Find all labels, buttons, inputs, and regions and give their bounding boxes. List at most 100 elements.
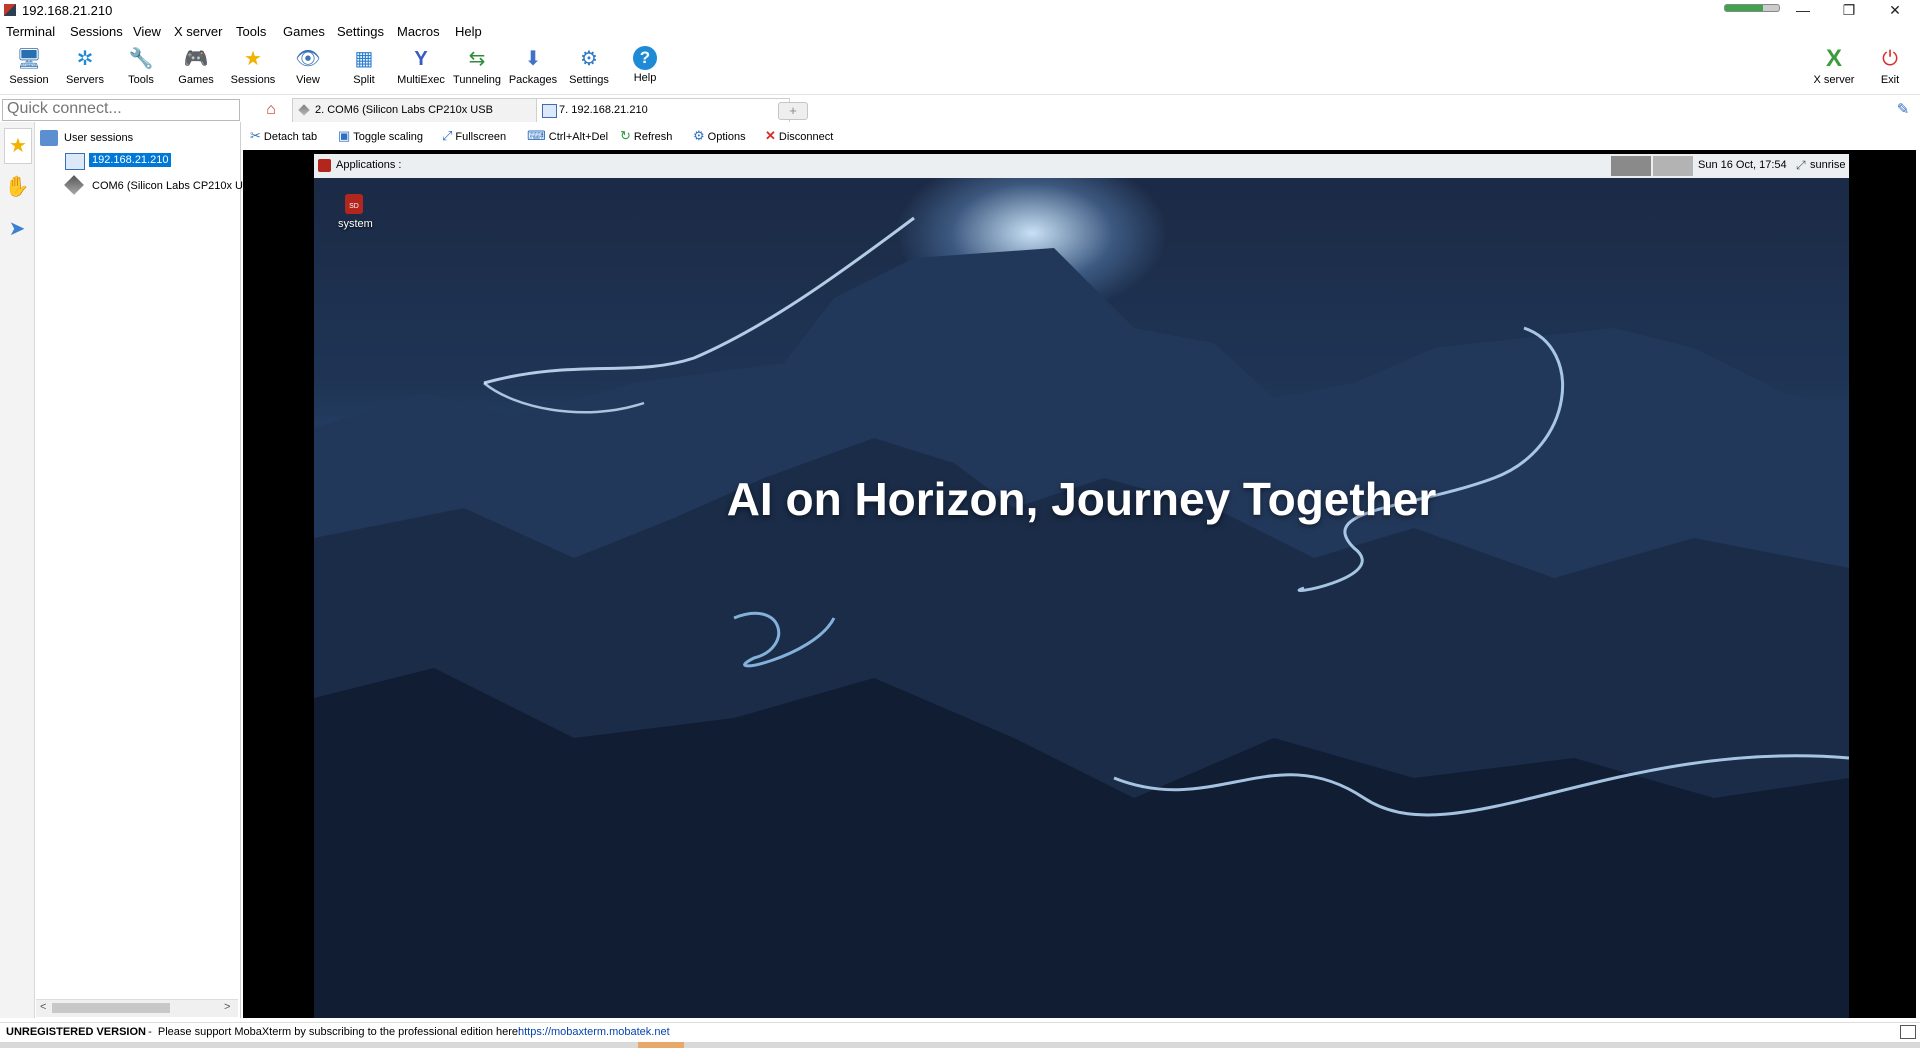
tools-icon: 🔧: [128, 48, 154, 70]
menu-macros[interactable]: Macros: [397, 24, 440, 39]
monitor-icon: [542, 104, 557, 118]
wallpaper-motto: AI on Horizon, Journey Together: [726, 473, 1437, 525]
fullscreen-button[interactable]: ⤢ Fullscreen: [442, 128, 506, 144]
exit-icon: ⏻: [1882, 48, 1898, 70]
xserver-icon: X: [1825, 45, 1842, 72]
macros-send-icon[interactable]: ➤: [4, 212, 30, 246]
status-message: - Please support MobaXterm by subscribin…: [142, 1026, 528, 1038]
session-item-remote-host[interactable]: 192.168.21.210: [89, 153, 172, 167]
toolbar-exit-button[interactable]: ⏻ Exit: [1862, 44, 1918, 92]
sessions-panel: User sessions 192.168.21.210 COM6 (Silic…: [35, 122, 246, 1018]
menu-tools[interactable]: Tools: [236, 24, 266, 39]
applications-menu-icon: [318, 159, 331, 172]
close-button[interactable]: ✕: [1872, 0, 1918, 22]
quick-connect-input[interactable]: [3, 100, 239, 118]
restore-button[interactable]: ❐: [1826, 0, 1872, 22]
window-title: 192.168.21.210: [22, 3, 113, 18]
panel-clock[interactable]: Sun 16 Oct, 17:54: [1698, 159, 1787, 171]
quick-connect-box: [2, 99, 240, 121]
multiexec-icon: Y: [414, 48, 428, 70]
scrollbar-thumb[interactable]: [52, 1003, 170, 1013]
menu-x-server[interactable]: X server: [174, 24, 222, 39]
menu-terminal[interactable]: Terminal: [6, 24, 55, 39]
menu-settings[interactable]: Settings: [337, 24, 384, 39]
refresh-button[interactable]: ↻ Refresh: [620, 128, 672, 144]
main-toolbar: 🖥 Session ✲ Servers 🔧 Tools 🎮 Games ★ Se…: [0, 42, 1920, 95]
toolbar-help-button[interactable]: ? Help: [617, 44, 673, 92]
bottom-progress-marker: [638, 1042, 684, 1048]
serial-plug-icon: [298, 104, 310, 116]
system-icon-label[interactable]: system: [338, 218, 373, 230]
desktop-wallpaper: SD system: [314, 178, 1849, 1018]
bottom-strip: [0, 1042, 1920, 1048]
menu-view[interactable]: View: [133, 24, 161, 39]
workspace-1-button[interactable]: [1611, 156, 1651, 176]
menu-sessions[interactable]: Sessions: [70, 24, 123, 39]
new-tab-button[interactable]: +: [778, 102, 808, 120]
options-button[interactable]: ⚙ Options: [693, 128, 746, 144]
remote-desktop[interactable]: Applications : Sun 16 Oct, 17:54 ⤢ sunri…: [314, 154, 1849, 1018]
applications-menu[interactable]: Applications :: [336, 159, 401, 171]
session-serial-icon: [64, 175, 84, 195]
tools-side-icon[interactable]: ✋: [4, 170, 30, 204]
toolbar-settings-button[interactable]: ⚙ Settings: [561, 44, 617, 92]
tab-com6[interactable]: 2. COM6 (Silicon Labs CP210x USB: [292, 98, 554, 122]
minimize-button[interactable]: —: [1780, 0, 1826, 22]
toggle-scaling-button[interactable]: ▣ Toggle scaling: [338, 128, 423, 144]
disconnect-button[interactable]: ✕ Disconnect: [765, 128, 833, 144]
left-sidebar-strip: ★ ✋ ➤: [0, 122, 35, 1018]
toolbar-servers-button[interactable]: ✲ Servers: [57, 44, 113, 92]
user-sessions-root[interactable]: User sessions: [64, 132, 133, 144]
ctrl-alt-del-button[interactable]: ⌨ Ctrl+Alt+Del: [527, 128, 608, 144]
panel-user[interactable]: sunrise: [1810, 159, 1845, 171]
attachment-icon[interactable]: ✎: [1894, 100, 1912, 120]
scroll-left-icon[interactable]: <: [40, 1001, 46, 1013]
tab-com6-label: 2. COM6 (Silicon Labs CP210x USB: [315, 104, 493, 116]
toolbar-multiexec-button[interactable]: Y MultiExec: [393, 44, 449, 92]
mobaxterm-link[interactable]: https://mobaxterm.mobatek.net: [518, 1026, 670, 1038]
session-toolbar: ✂ Detach tab ▣ Toggle scaling ⤢ Fullscreen …: [242, 124, 1920, 148]
detach-tab-button[interactable]: ✂ Detach tab: [250, 128, 317, 144]
mobaxterm-app-icon: [4, 4, 16, 16]
help-icon: ?: [633, 46, 657, 70]
system-drive-icon[interactable]: SD: [345, 194, 363, 214]
toolbar-session-button[interactable]: 🖥 Session: [1, 44, 57, 92]
tab-remote-host[interactable]: 7. 192.168.21.210: [536, 98, 790, 122]
toolbar-view-button[interactable]: 👁 View: [280, 44, 336, 92]
tab-remote-host-label: 7. 192.168.21.210: [559, 104, 648, 116]
session-monitor-icon: [65, 153, 85, 170]
toolbar-sessions-button[interactable]: ★ Sessions: [225, 44, 281, 92]
toolbar-games-button[interactable]: 🎮 Games: [168, 44, 224, 92]
toolbar-tools-button[interactable]: 🔧 Tools: [113, 44, 169, 92]
scroll-right-icon[interactable]: >: [224, 1001, 230, 1013]
star-icon: ★: [244, 48, 262, 70]
wallpaper-mountain-art: [314, 216, 1849, 1018]
servers-icon: ✲: [76, 48, 94, 70]
session-item-com6[interactable]: COM6 (Silicon Labs CP210x U:: [92, 180, 246, 192]
unregistered-label: UNREGISTERED VERSION: [6, 1026, 146, 1038]
remote-top-panel: Applications : Sun 16 Oct, 17:54 ⤢ sunri…: [314, 154, 1849, 179]
menu-bar: Terminal Sessions View X server Tools Ga…: [0, 22, 1920, 42]
sessions-star-icon[interactable]: ★: [4, 128, 32, 164]
network-icon[interactable]: ⤢: [1796, 158, 1806, 173]
split-icon: ▦: [354, 48, 374, 70]
session-icon: 🖥: [16, 48, 42, 70]
settings-icon: ⚙: [580, 48, 598, 70]
menu-help[interactable]: Help: [455, 24, 482, 39]
status-bar: UNREGISTERED VERSION - Please support Mo…: [0, 1022, 1920, 1043]
title-bar: 192.168.21.210 — ❐ ✕: [0, 0, 1920, 22]
toolbar-split-button[interactable]: ▦ Split: [336, 44, 392, 92]
tunneling-icon: ⇆: [468, 48, 486, 70]
toolbar-tunneling-button[interactable]: ⇆ Tunneling: [449, 44, 505, 92]
monitor-status-icon[interactable]: [1900, 1025, 1916, 1039]
home-tab-icon[interactable]: ⌂: [255, 100, 287, 120]
sessions-horizontal-scrollbar[interactable]: < >: [36, 999, 238, 1017]
menu-games[interactable]: Games: [283, 24, 325, 39]
toolbar-packages-button[interactable]: ⬇ Packages: [505, 44, 561, 92]
user-sessions-folder-icon: [40, 130, 58, 146]
view-icon: 👁: [295, 48, 321, 70]
toolbar-xserver-button[interactable]: X X server: [1806, 44, 1862, 92]
workspace-2-button[interactable]: [1653, 156, 1693, 176]
games-icon: 🎮: [183, 48, 209, 70]
packages-icon: ⬇: [524, 48, 542, 70]
